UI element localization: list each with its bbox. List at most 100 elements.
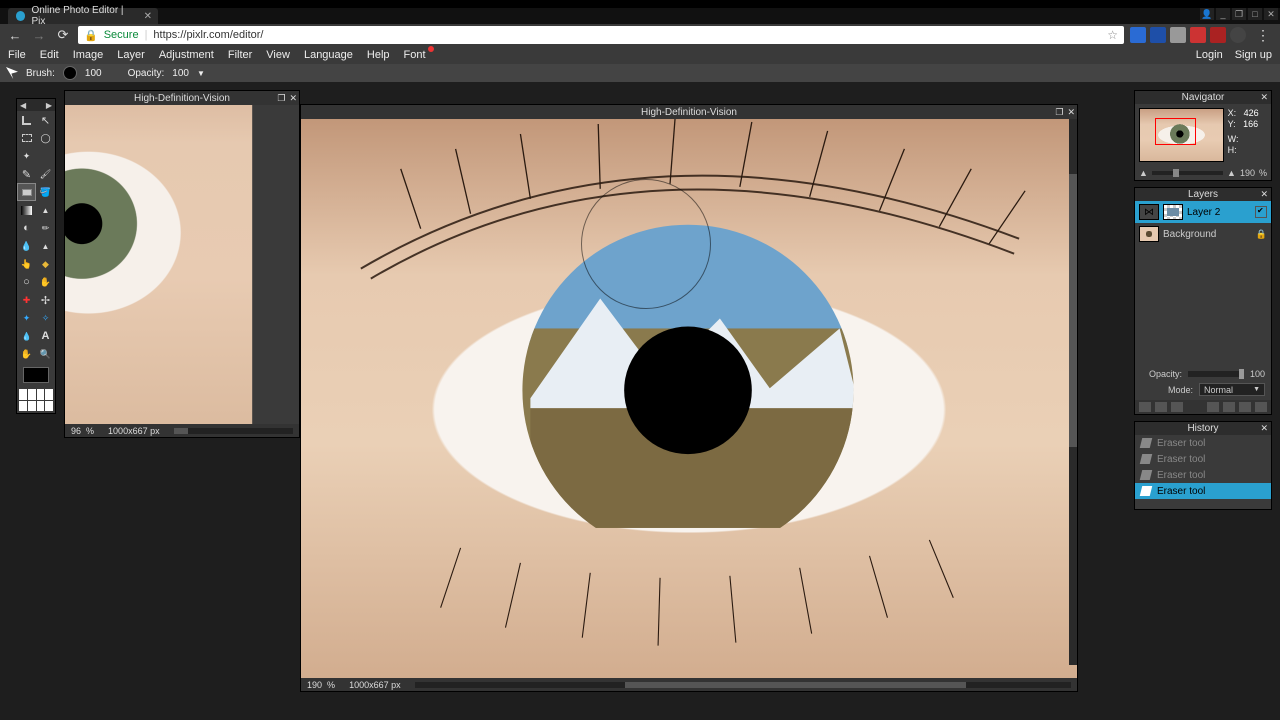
tool-wand[interactable]	[17, 147, 36, 165]
document-window-b[interactable]: High-Definition-Vision ❐✕	[300, 104, 1078, 692]
layer-link-icon[interactable]: ⋈	[1139, 204, 1159, 220]
menu-language[interactable]: Language	[304, 49, 353, 61]
navigator-close-icon[interactable]: ✕	[1260, 92, 1268, 103]
reload-button[interactable]: ⟳	[54, 26, 72, 44]
forward-button[interactable]: →	[30, 26, 48, 44]
navigator-thumbnail[interactable]	[1139, 108, 1224, 162]
tool-stamp[interactable]	[36, 201, 55, 219]
tool-bucket[interactable]	[36, 183, 55, 201]
document-window-a[interactable]: High-Definition-Vision ❐✕ 96 % 1000x667 …	[64, 90, 300, 438]
opacity-dropdown-icon[interactable]: ▼	[197, 69, 205, 78]
menu-help[interactable]: Help	[367, 49, 390, 61]
menu-file[interactable]: File	[8, 49, 26, 61]
doc-a-restore-icon[interactable]: ❐	[277, 93, 285, 104]
tool-gradient[interactable]	[17, 201, 36, 219]
opacity-value[interactable]: 100	[172, 68, 189, 79]
color-palette[interactable]	[17, 387, 55, 413]
layer-opacity-slider[interactable]	[1188, 371, 1244, 377]
zoom-in-icon[interactable]: ▲	[1227, 168, 1236, 178]
tool-smudge[interactable]	[17, 255, 36, 273]
window-minimize-icon[interactable]: _	[1216, 8, 1230, 20]
tool-drawing[interactable]	[36, 219, 55, 237]
tool-type[interactable]	[36, 327, 55, 345]
layer-mode-select[interactable]: Normal▼	[1199, 383, 1265, 396]
tool-sponge[interactable]	[36, 255, 55, 273]
history-row[interactable]: Eraser tool	[1135, 467, 1271, 483]
tool-sharpen[interactable]	[36, 237, 55, 255]
layer-new-icon[interactable]	[1139, 402, 1151, 412]
window-people-icon[interactable]: 👤	[1200, 8, 1214, 20]
doc-a-canvas[interactable]	[65, 105, 299, 424]
tool-color-replace[interactable]	[17, 219, 36, 237]
menu-layer[interactable]: Layer	[117, 49, 145, 61]
login-link[interactable]: Login	[1196, 49, 1223, 61]
layer-lock-icon[interactable]: 🔒	[1256, 229, 1267, 240]
signup-link[interactable]: Sign up	[1235, 49, 1272, 61]
layer-name[interactable]: Background	[1163, 229, 1216, 240]
brush-size[interactable]: 100	[85, 68, 102, 79]
doc-b-vscroll[interactable]	[1069, 119, 1077, 665]
doc-a-hscroll[interactable]	[174, 428, 293, 434]
tool-brush[interactable]	[36, 165, 55, 183]
layer-mask-icon[interactable]	[1155, 402, 1167, 412]
tool-dodge[interactable]	[17, 273, 36, 291]
address-bar[interactable]: 🔒 Secure | https://pixlr.com/editor/ ☆	[78, 26, 1124, 44]
extension-icon[interactable]	[1190, 27, 1206, 43]
tool-colorpicker[interactable]	[17, 327, 36, 345]
back-button[interactable]: ←	[6, 26, 24, 44]
brush-preview[interactable]	[63, 66, 77, 80]
doc-a-close-icon[interactable]: ✕	[289, 93, 297, 104]
menu-font[interactable]: Font	[404, 49, 426, 61]
extension-icon[interactable]	[1230, 27, 1246, 43]
tab-close-icon[interactable]: ✕	[144, 11, 152, 22]
tool-lasso[interactable]	[36, 129, 55, 147]
history-row[interactable]: Eraser tool	[1135, 483, 1271, 499]
extension-icon[interactable]	[1210, 27, 1226, 43]
zoom-slider[interactable]	[1152, 171, 1223, 175]
tool-spot-heal[interactable]	[36, 291, 55, 309]
layer-down-icon[interactable]	[1239, 402, 1251, 412]
color-swatch[interactable]	[17, 363, 55, 387]
history-row[interactable]: Eraser tool	[1135, 435, 1271, 451]
bookmark-star-icon[interactable]: ☆	[1107, 28, 1118, 42]
tool-hand[interactable]	[17, 345, 36, 363]
tool-crop[interactable]	[17, 111, 36, 129]
doc-b-restore-icon[interactable]: ❐	[1055, 107, 1063, 118]
toolbox-prev-icon[interactable]: ◀	[20, 101, 26, 110]
tool-blur[interactable]	[17, 237, 36, 255]
menu-filter[interactable]: Filter	[228, 49, 252, 61]
tool-redeye[interactable]	[17, 291, 36, 309]
tool-zoom[interactable]	[36, 345, 55, 363]
doc-b-canvas[interactable]	[301, 119, 1077, 678]
tool-pinch[interactable]	[36, 309, 55, 327]
layer-row[interactable]: ⋈ Layer 2	[1135, 201, 1271, 223]
window-maximize-icon[interactable]: □	[1248, 8, 1262, 20]
layer-visibility-toggle[interactable]	[1255, 206, 1267, 218]
history-row[interactable]: Eraser tool	[1135, 451, 1271, 467]
layer-delete-icon[interactable]	[1255, 402, 1267, 412]
layer-style-icon[interactable]	[1171, 402, 1183, 412]
tool-burn[interactable]	[36, 273, 55, 291]
window-close-icon[interactable]: ✕	[1264, 8, 1278, 20]
layer-name[interactable]: Layer 2	[1187, 207, 1220, 218]
doc-b-close-icon[interactable]: ✕	[1067, 107, 1075, 118]
history-close-icon[interactable]: ✕	[1260, 423, 1268, 434]
tool-move[interactable]	[36, 111, 55, 129]
tool-pencil[interactable]	[17, 165, 36, 183]
menu-image[interactable]: Image	[73, 49, 104, 61]
tool-marquee[interactable]	[17, 129, 36, 147]
layer-up-icon[interactable]	[1223, 402, 1235, 412]
extension-icon[interactable]	[1130, 27, 1146, 43]
tool-bloat[interactable]	[17, 309, 36, 327]
tool-eraser[interactable]	[17, 183, 36, 201]
browser-tab[interactable]: Online Photo Editor | Pix ✕	[8, 8, 158, 24]
menu-view[interactable]: View	[266, 49, 290, 61]
browser-menu-icon[interactable]: ⋮	[1252, 27, 1274, 44]
extension-icon[interactable]	[1170, 27, 1186, 43]
doc-b-hscroll[interactable]	[415, 682, 1071, 688]
zoom-out-icon[interactable]: ▲	[1139, 168, 1148, 178]
menu-adjustment[interactable]: Adjustment	[159, 49, 214, 61]
extension-icon[interactable]	[1150, 27, 1166, 43]
layers-close-icon[interactable]: ✕	[1260, 189, 1268, 200]
window-restore-icon[interactable]: ❐	[1232, 8, 1246, 20]
